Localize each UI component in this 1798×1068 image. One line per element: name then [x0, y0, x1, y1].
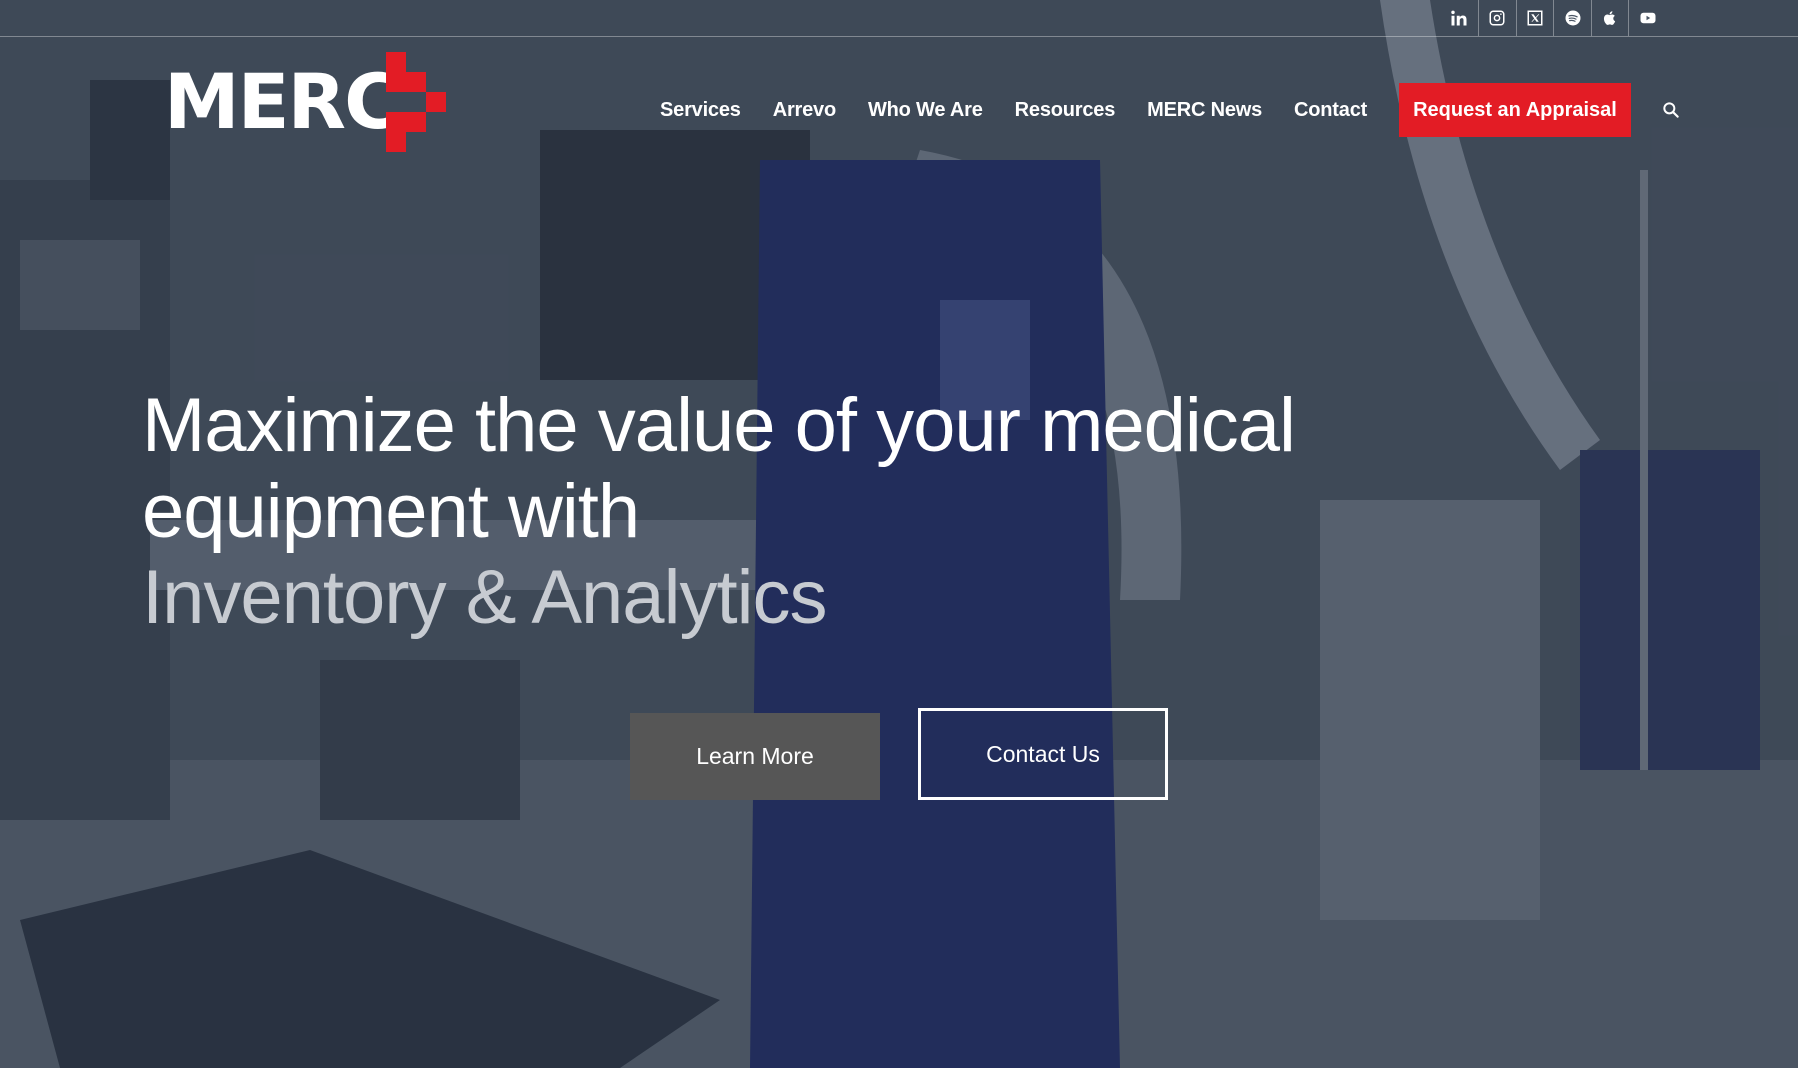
main-nav: Services Arrevo Who We Are Resources MER… [644, 82, 1681, 138]
apple-podcasts-link[interactable] [1590, 0, 1629, 36]
hero-section: MERC Services Arrevo Who We Are Resource… [0, 0, 1798, 1068]
nav-contact[interactable]: Contact [1278, 99, 1383, 122]
linkedin-link[interactable] [1440, 0, 1478, 36]
youtube-link[interactable] [1628, 0, 1666, 36]
headline-accent: Inventory & Analytics [142, 555, 827, 640]
headline-line-1: Maximize the value of your medical [142, 383, 1296, 468]
request-appraisal-button[interactable]: Request an Appraisal [1399, 83, 1631, 137]
nav-arrevo[interactable]: Arrevo [757, 99, 852, 122]
linkedin-icon [1451, 10, 1467, 26]
merc-logo[interactable]: MERC [164, 52, 450, 152]
instagram-icon [1489, 10, 1505, 26]
spotify-icon [1565, 10, 1581, 26]
hero-headline: Maximize the value of your medical equip… [142, 383, 1442, 641]
social-links [1440, 0, 1666, 36]
learn-more-button[interactable]: Learn More [630, 713, 880, 800]
apple-icon [1604, 11, 1616, 25]
nav-who-we-are[interactable]: Who We Are [852, 99, 999, 122]
nav-services[interactable]: Services [644, 99, 757, 122]
nav-resources[interactable]: Resources [999, 99, 1131, 122]
x-twitter-link[interactable] [1515, 0, 1554, 36]
instagram-link[interactable] [1478, 0, 1516, 36]
logo-text: MERC [164, 57, 400, 146]
youtube-icon [1640, 12, 1656, 24]
headline-line-2: equipment with [142, 469, 640, 554]
logo-cross-icon [386, 52, 446, 152]
contact-us-button[interactable]: Contact Us [918, 708, 1168, 800]
nav-merc-news[interactable]: MERC News [1131, 99, 1278, 122]
spotify-link[interactable] [1553, 0, 1591, 36]
x-twitter-icon [1527, 10, 1543, 26]
social-bar [0, 0, 1798, 37]
search-icon[interactable] [1661, 100, 1681, 120]
